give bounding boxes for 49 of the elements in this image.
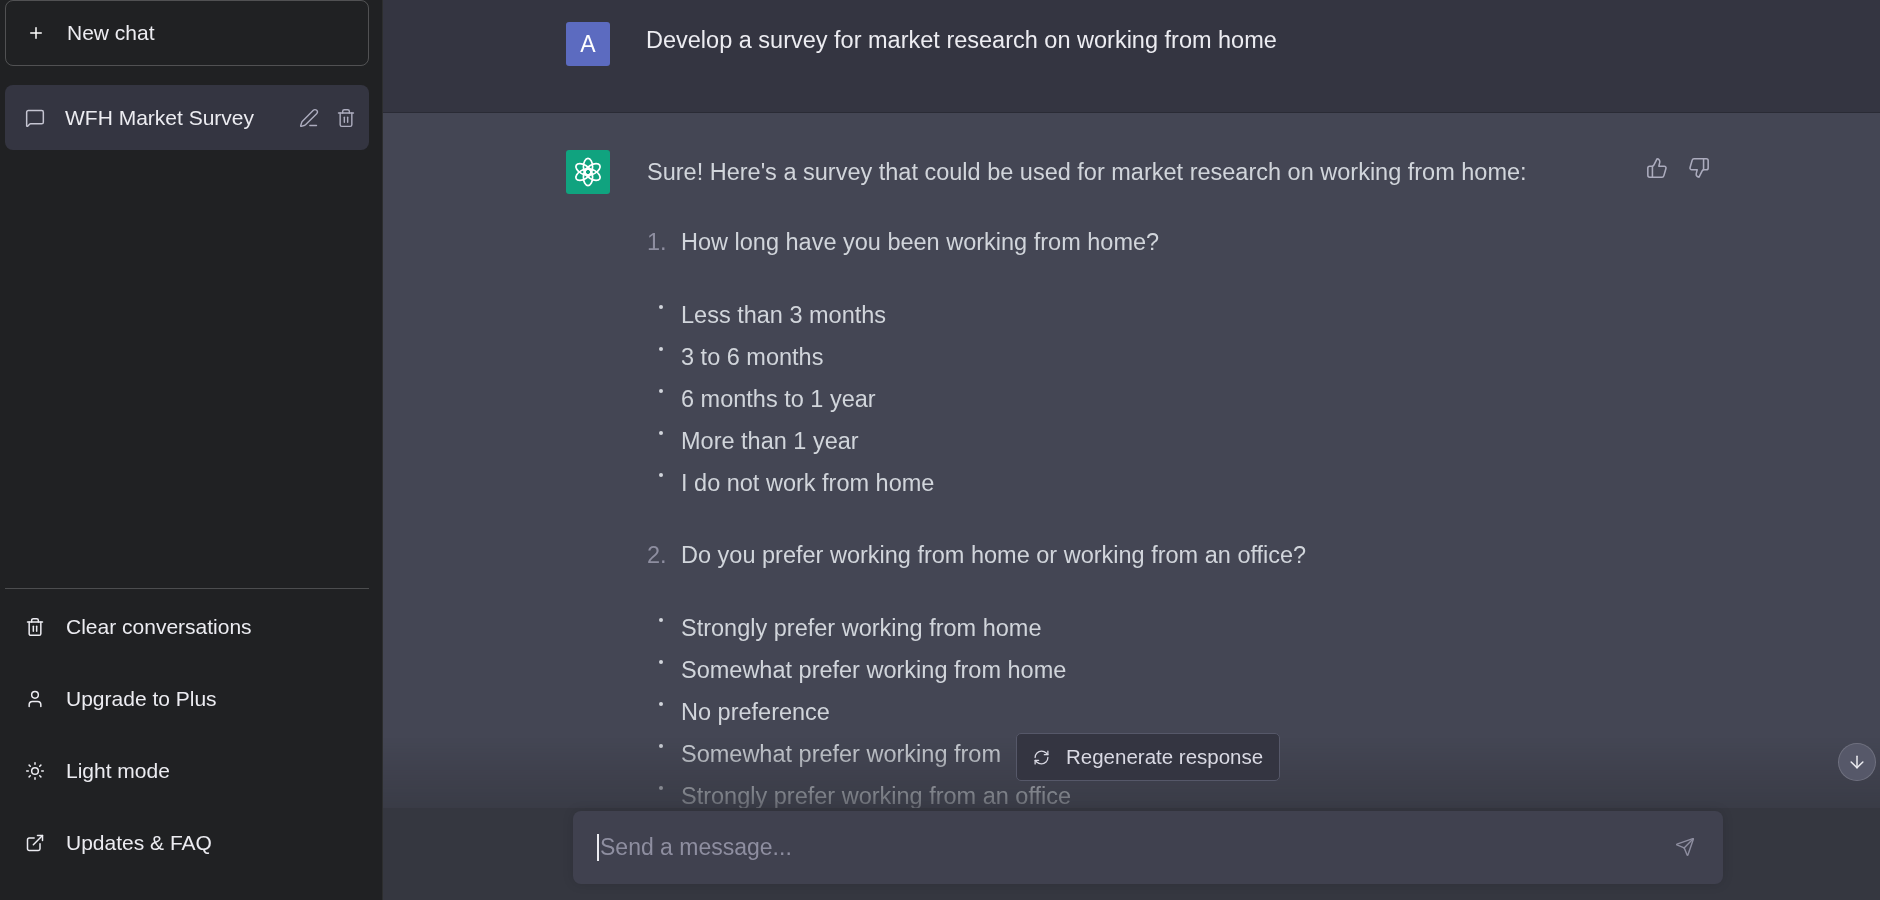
bullet-icon [659,389,663,393]
conversation-title: WFH Market Survey [65,105,256,130]
bullet-icon [659,618,663,622]
option-text: 3 to 6 months [681,344,824,370]
option-text: Strongly prefer working from an office [681,783,1072,808]
question-text: How long have you been working from home? [681,228,1160,257]
conversation-item[interactable]: WFH Market Survey [5,85,369,150]
user-icon [25,689,45,709]
message-input-field[interactable]: Send a message... [573,811,1723,884]
bullet-icon [659,431,663,435]
bullet-icon [659,786,663,790]
bullet-icon [659,305,663,309]
new-chat-button[interactable]: New chat [5,0,369,66]
bullet-icon [659,744,663,748]
option-text: Less than 3 months [681,302,887,328]
list-number: 2. [647,541,668,570]
regenerate-button[interactable]: Regenerate response [1016,733,1281,781]
thumbs-up-icon[interactable] [1646,157,1668,179]
menu-item[interactable]: Clear conversations [5,591,369,663]
option-text: Somewhat prefer working from [681,741,1001,767]
thumbs-down-icon[interactable] [1688,157,1710,179]
sun-icon [25,761,45,781]
question-text: Do you prefer working from home or working from an office? [681,541,1307,570]
option-text: Somewhat prefer working from home [681,657,1067,683]
option-text: I do not work from home [681,470,935,496]
menu-item[interactable]: Light mode [5,735,369,807]
option-text: More than 1 year [681,428,859,454]
bullet-icon [659,347,663,351]
bullet-icon [659,473,663,477]
list-number: 1. [647,228,668,257]
message-text: Sure! Here's a survey that could be used for market research on working from home: [647,158,1528,187]
menu-item[interactable]: Updates & FAQ [5,807,369,879]
external-link-icon [25,833,45,853]
user-avatar: A [566,22,610,66]
bullet-icon [659,702,663,706]
option-text: Strongly prefer working from home [681,615,1042,641]
option-text: No preference [681,699,830,725]
logo-icon [566,150,610,194]
menu-item[interactable]: Upgrade to Plus [5,663,369,735]
message-text: Develop a survey for market research on working from home [646,26,1277,55]
plus-icon [27,24,45,42]
trash-icon [25,617,45,637]
chat-bubble-icon [25,107,45,128]
refresh-icon [1033,748,1050,766]
trash-icon[interactable] [336,107,356,128]
edit-icon[interactable] [299,107,319,128]
option-text: 6 months to 1 year [681,386,876,412]
send-icon[interactable] [1675,837,1695,857]
bullet-icon [659,660,663,664]
